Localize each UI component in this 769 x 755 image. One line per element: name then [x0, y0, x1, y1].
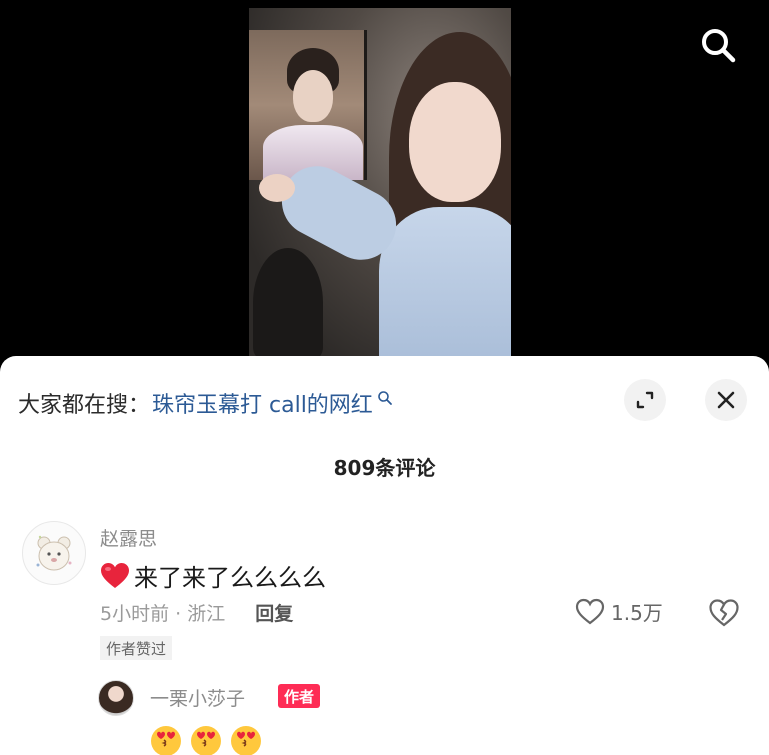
close-icon [717, 391, 735, 409]
comment-count: 809条评论 [333, 456, 436, 480]
search-button[interactable] [697, 24, 739, 66]
red-heart-icon [101, 562, 129, 588]
comment-text: 来了来了么么么么 [100, 558, 326, 593]
comment-username[interactable]: 赵露思 [100, 524, 157, 551]
video-person [379, 32, 511, 360]
heart-outline-icon [575, 598, 605, 624]
reply-avatar[interactable] [98, 680, 134, 716]
kiss-emoji-icon [231, 726, 261, 755]
expand-button[interactable] [624, 379, 666, 421]
video-chair [253, 248, 323, 358]
close-button[interactable] [705, 379, 747, 421]
video-player[interactable] [249, 8, 511, 360]
author-tag: 作者 [278, 684, 321, 708]
broken-heart-icon [709, 599, 739, 627]
reply-emoji-row [148, 722, 264, 755]
like-count: 1.5万 [611, 601, 663, 625]
expand-icon [636, 391, 654, 409]
search-suggestion-query[interactable]: 珠帘玉幕打 call的网红 [152, 387, 373, 419]
comment-sheet: 大家都在搜： 珠帘玉幕打 call的网红 809条评论 赵露思 来了来了么么么么… [0, 356, 769, 755]
comment-body: 来了来了么么么么 [134, 564, 326, 592]
reply-username[interactable]: 一栗小莎子 [150, 684, 245, 711]
avatar[interactable] [22, 521, 86, 585]
search-icon [378, 391, 392, 405]
video-hand [259, 174, 295, 202]
comment-meta: 5小时前 · 浙江 回复 [100, 599, 293, 626]
search-suggestion[interactable]: 大家都在搜： 珠帘玉幕打 call的网红 [18, 386, 393, 420]
kiss-emoji-icon [151, 726, 181, 755]
comment-time-location: 5小时前 · 浙江 [100, 603, 226, 625]
kiss-emoji-icon [191, 726, 221, 755]
video-painting [249, 30, 367, 180]
search-suggestion-prefix: 大家都在搜： [18, 393, 151, 418]
like-button[interactable]: 1.5万 [575, 597, 663, 626]
dislike-button[interactable] [708, 598, 740, 632]
author-liked-badge: 作者赞过 [100, 636, 173, 660]
bear-avatar-icon [36, 535, 72, 571]
reply-button[interactable]: 回复 [255, 599, 293, 626]
search-icon [702, 29, 736, 63]
app-screen: 大家都在搜： 珠帘玉幕打 call的网红 809条评论 赵露思 来了来了么么么么… [0, 0, 769, 755]
